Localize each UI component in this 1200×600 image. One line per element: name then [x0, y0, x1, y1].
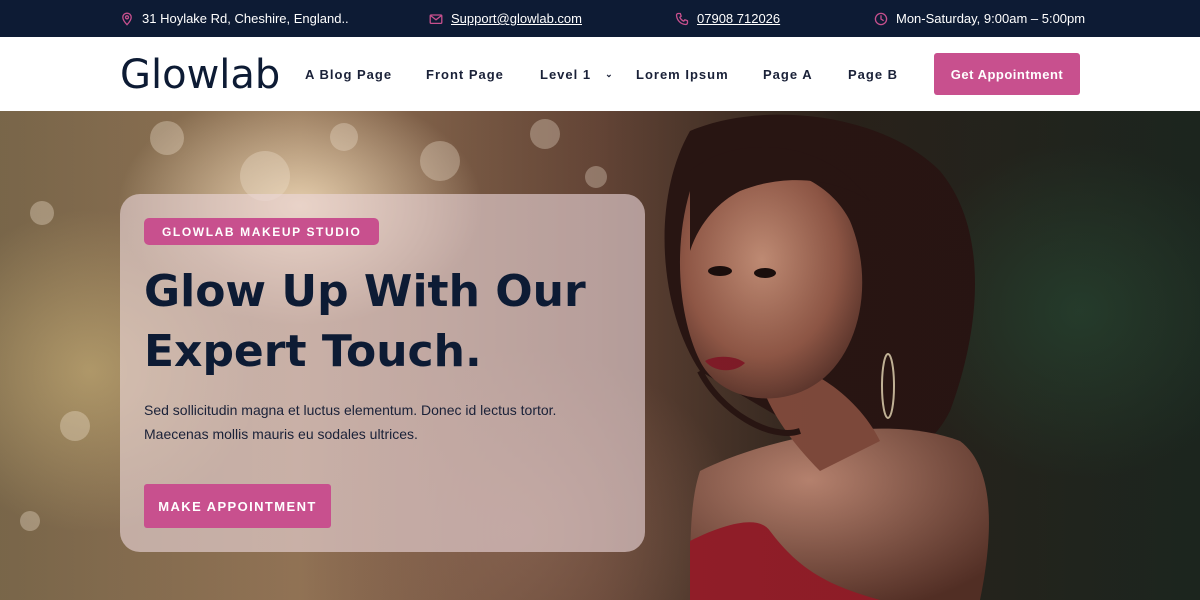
nav-link-level-1[interactable]: Level 1 ⌄ — [540, 37, 614, 111]
make-appointment-button[interactable]: MAKE APPOINTMENT — [144, 484, 331, 528]
nav-link-label: Lorem Ipsum — [636, 66, 729, 82]
hours-item: Mon-Saturday, 9:00am – 5:00pm — [874, 0, 1085, 37]
map-pin-icon — [122, 12, 132, 26]
chevron-down-icon: ⌄ — [605, 68, 614, 79]
nav-link-label: Page A — [763, 66, 813, 82]
nav-link-label: Front Page — [426, 66, 504, 82]
address-item: 31 Hoylake Rd, Cheshire, England.. — [120, 0, 349, 37]
get-appointment-button[interactable]: Get Appointment — [934, 53, 1080, 95]
hero-description: Sed sollicitudin magna et luctus element… — [144, 398, 614, 446]
phone-item[interactable]: 07908 712026 — [675, 0, 780, 37]
nav-link-label: A Blog Page — [305, 66, 393, 82]
hero-title-line: Expert Touch. — [144, 326, 482, 377]
clock-icon — [874, 12, 888, 25]
nav-link-label: Page B — [848, 66, 899, 82]
hero-description-line: Maecenas mollis mauris eu sodales ultric… — [144, 426, 418, 442]
hero-description-line: Sed sollicitudin magna et luctus element… — [144, 402, 557, 418]
main-navigation: Glowlab A Blog Page Front Page Level 1 ⌄… — [0, 37, 1200, 111]
nav-link-page-a[interactable]: Page A — [763, 37, 813, 111]
nav-link-page-b[interactable]: Page B — [848, 37, 898, 111]
top-info-bar: 31 Hoylake Rd, Cheshire, England.. Suppo… — [0, 0, 1200, 37]
address-text: 31 Hoylake Rd, Cheshire, England.. — [142, 11, 349, 26]
phone-link[interactable]: 07908 712026 — [697, 11, 780, 26]
hero-title: Glow Up With Our Expert Touch. — [144, 262, 614, 382]
nav-link-label: Level 1 — [540, 66, 592, 82]
phone-icon — [675, 12, 689, 25]
nav-link-lorem-ipsum[interactable]: Lorem Ipsum — [636, 37, 729, 111]
studio-badge: GLOWLAB MAKEUP STUDIO — [144, 218, 380, 245]
hero-title-line: Glow Up With Our — [144, 266, 586, 317]
envelope-icon — [429, 13, 443, 24]
site-logo[interactable]: Glowlab — [120, 53, 280, 97]
hours-text: Mon-Saturday, 9:00am – 5:00pm — [896, 11, 1086, 26]
hero-card: GLOWLAB MAKEUP STUDIO Glow Up With Our E… — [120, 194, 645, 552]
email-item[interactable]: Support@glowlab.com — [429, 0, 582, 37]
nav-link-front-page[interactable]: Front Page — [426, 37, 504, 111]
nav-link-blog-page[interactable]: A Blog Page — [305, 37, 392, 111]
email-link[interactable]: Support@glowlab.com — [451, 11, 582, 26]
hero-section: GLOWLAB MAKEUP STUDIO Glow Up With Our E… — [0, 111, 1200, 600]
